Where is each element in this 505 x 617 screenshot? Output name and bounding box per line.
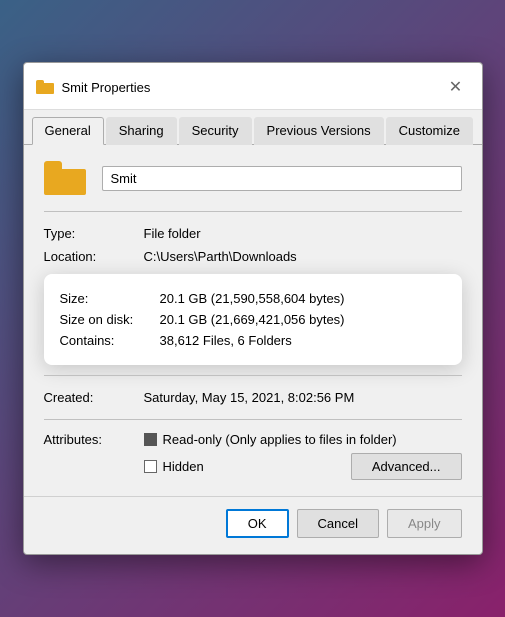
properties-dialog: Smit Properties ✕ General Sharing Securi…	[23, 62, 483, 555]
type-row: Type: File folder	[44, 222, 462, 245]
dialog-title: Smit Properties	[62, 80, 151, 95]
tab-previous-versions[interactable]: Previous Versions	[254, 117, 384, 145]
location-row: Location: C:\Users\Parth\Downloads	[44, 245, 462, 268]
folder-name-input[interactable]	[102, 166, 462, 191]
type-value: File folder	[144, 226, 462, 241]
size-on-disk-value: 20.1 GB (21,669,421,056 bytes)	[160, 312, 345, 327]
tab-general[interactable]: General	[32, 117, 104, 145]
attributes-label: Attributes:	[44, 430, 144, 447]
hidden-checkbox[interactable]	[144, 460, 157, 473]
folder-icon-small	[36, 80, 54, 94]
created-row: Created: Saturday, May 15, 2021, 8:02:56…	[44, 386, 462, 409]
dialog-footer: OK Cancel Apply	[24, 496, 482, 554]
size-label: Size:	[60, 291, 160, 306]
hidden-row: Hidden	[144, 457, 204, 476]
cancel-button[interactable]: Cancel	[297, 509, 379, 538]
attributes-controls: Read-only (Only applies to files in fold…	[144, 430, 462, 480]
folder-icon-large	[44, 161, 86, 195]
contains-label: Contains:	[60, 333, 160, 348]
close-button[interactable]: ✕	[442, 73, 470, 101]
tab-sharing[interactable]: Sharing	[106, 117, 177, 145]
size-value: 20.1 GB (21,590,558,604 bytes)	[160, 291, 345, 306]
attributes-row: Attributes: Read-only (Only applies to f…	[44, 430, 462, 480]
hidden-label: Hidden	[163, 459, 204, 474]
advanced-button[interactable]: Advanced...	[351, 453, 462, 480]
tab-content: Type: File folder Location: C:\Users\Par…	[24, 145, 482, 496]
readonly-checkbox[interactable]	[144, 433, 157, 446]
contains-row: Contains: 38,612 Files, 6 Folders	[60, 330, 446, 351]
location-label: Location:	[44, 249, 144, 264]
separator-3	[44, 419, 462, 420]
tab-security[interactable]: Security	[179, 117, 252, 145]
readonly-label: Read-only (Only applies to files in fold…	[163, 432, 397, 447]
created-value: Saturday, May 15, 2021, 8:02:56 PM	[144, 390, 462, 405]
tab-customize[interactable]: Customize	[386, 117, 473, 145]
folder-name-row	[44, 161, 462, 195]
contains-value: 38,612 Files, 6 Folders	[160, 333, 292, 348]
apply-button[interactable]: Apply	[387, 509, 462, 538]
hidden-advanced-row: Hidden Advanced...	[144, 453, 462, 480]
size-on-disk-row: Size on disk: 20.1 GB (21,669,421,056 by…	[60, 309, 446, 330]
tab-bar: General Sharing Security Previous Versio…	[24, 110, 482, 145]
size-on-disk-label: Size on disk:	[60, 312, 160, 327]
size-row: Size: 20.1 GB (21,590,558,604 bytes)	[60, 288, 446, 309]
created-label: Created:	[44, 390, 144, 405]
separator-2	[44, 375, 462, 376]
type-label: Type:	[44, 226, 144, 241]
ok-button[interactable]: OK	[226, 509, 289, 538]
title-bar-left: Smit Properties	[36, 80, 151, 95]
separator-1	[44, 211, 462, 212]
size-tooltip-card: Size: 20.1 GB (21,590,558,604 bytes) Siz…	[44, 274, 462, 365]
location-value: C:\Users\Parth\Downloads	[144, 249, 462, 264]
readonly-row: Read-only (Only applies to files in fold…	[144, 430, 462, 449]
title-bar: Smit Properties ✕	[24, 63, 482, 110]
